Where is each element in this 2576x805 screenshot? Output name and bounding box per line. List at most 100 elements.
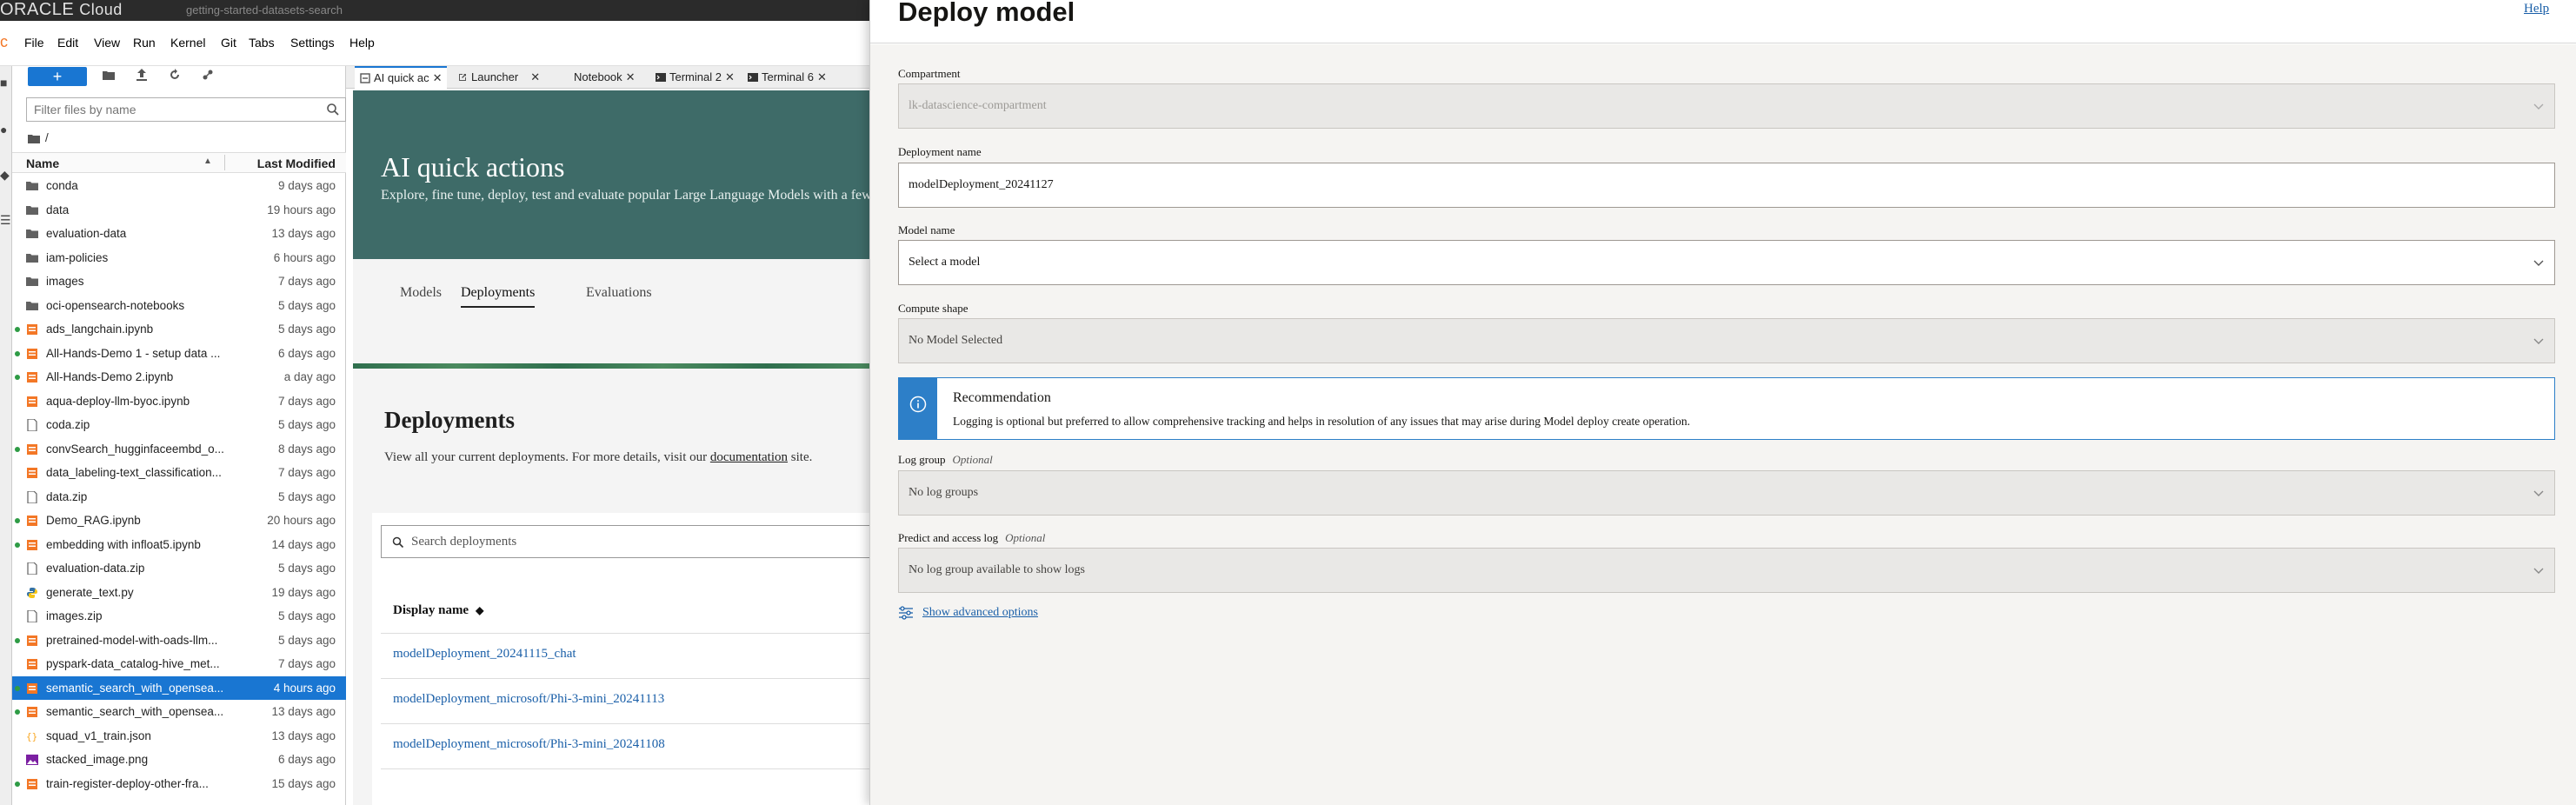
file-modified: 6 days ago — [277, 753, 336, 766]
file-row[interactable]: All-Hands-Demo 2.ipynb a day ago — [12, 365, 346, 389]
tab-deployments[interactable]: Deployments — [461, 285, 536, 308]
breadcrumb[interactable]: / — [28, 130, 49, 144]
documentation-link[interactable]: documentation — [710, 450, 788, 464]
file-row[interactable]: semantic_search_with_opensea... 13 days a… — [12, 700, 346, 724]
git-icon[interactable]: ◆ — [0, 169, 10, 181]
row-divider — [381, 723, 869, 724]
file-row[interactable]: data.zip 5 days ago — [12, 485, 346, 509]
new-launcher-button[interactable]: + — [28, 67, 87, 86]
upload-icon[interactable] — [134, 69, 150, 84]
file-row[interactable]: data_labeling-text_classification... 7 da… — [12, 461, 346, 485]
file-row[interactable]: generate_text.py 19 days ago — [12, 581, 346, 605]
file-row[interactable]: oci-opensearch-notebooks 5 days ago — [12, 294, 346, 318]
file-row[interactable]: {} squad_v1_train.json 13 days ago — [12, 724, 346, 748]
deployment-name-input[interactable] — [899, 163, 2554, 207]
close-icon[interactable]: ✕ — [725, 66, 735, 89]
log-group-select[interactable]: No log groups — [898, 470, 2555, 516]
file-row[interactable]: images 7 days ago — [12, 269, 346, 294]
file-row[interactable]: pretrained-model-with-oads-llm... 5 days … — [12, 629, 346, 653]
search-icon — [392, 536, 404, 549]
menu-kernel[interactable]: Kernel — [170, 36, 205, 50]
deployments-table: Display name◆ modelDeployment_20241115_c… — [372, 513, 869, 805]
file-row[interactable]: iam-policies 6 hours ago — [12, 246, 346, 270]
search-icon — [327, 103, 339, 116]
file-list: conda 9 days ago data 19 hours ago evaluatio… — [12, 174, 346, 795]
sort-icon[interactable]: ◆ — [476, 604, 483, 617]
file-row[interactable]: Demo_RAG.ipynb 20 hours ago — [12, 509, 346, 533]
tab-notebook[interactable]: Notebook ✕ — [551, 66, 645, 89]
file-row[interactable]: conda 9 days ago — [12, 174, 346, 198]
deployment-link[interactable]: modelDeployment_microsoft/Phi-3-mini_202… — [393, 692, 664, 707]
file-name: convSearch_hugginfaceembd_o... — [46, 442, 224, 456]
file-modified: 5 days ago — [277, 298, 336, 312]
folder-icon — [26, 253, 38, 263]
file-row[interactable]: aqua-deploy-llm-byoc.ipynb 7 days ago — [12, 389, 346, 414]
file-row[interactable]: stacked_image.png 6 days ago — [12, 748, 346, 772]
column-divider[interactable] — [224, 155, 225, 170]
search-deployments-input[interactable] — [411, 526, 863, 557]
file-filter — [26, 97, 346, 122]
table-of-contents-icon[interactable]: ☰ — [0, 214, 11, 226]
file-name: train-register-deploy-other-fra... — [46, 776, 209, 790]
column-display-name[interactable]: Display name ◆ — [393, 603, 483, 618]
compute-shape-select[interactable]: No Model Selected — [898, 318, 2555, 363]
tab-ai-quick-actions[interactable]: AI quick ac ✕ — [355, 66, 447, 89]
close-icon[interactable]: ✕ — [817, 66, 827, 89]
ai-quick-actions-icon — [360, 72, 370, 83]
file-row[interactable]: pyspark-data_catalog-hive_met... 7 days a… — [12, 652, 346, 676]
deployment-link[interactable]: modelDeployment_microsoft/Phi-3-mini_202… — [393, 737, 665, 752]
file-row[interactable]: embedding with infloat5.ipynb 14 days ago — [12, 533, 346, 557]
file-list-header: Name ▲ Last Modified — [12, 152, 346, 173]
file-row[interactable]: ads_langchain.ipynb 5 days ago — [12, 317, 346, 342]
tab-terminal-6[interactable]: Terminal 6 ✕ — [742, 66, 833, 89]
menu-help[interactable]: Help — [349, 36, 375, 50]
menu-file[interactable]: File — [24, 36, 44, 50]
close-icon[interactable]: ✕ — [433, 68, 443, 89]
tab-launcher[interactable]: Launcher ✕ — [452, 66, 546, 89]
help-link[interactable]: Help — [2524, 2, 2549, 17]
predict-log-select[interactable]: No log group available to show logs — [898, 548, 2555, 593]
menu-tabs[interactable]: Tabs — [249, 36, 275, 50]
tab-terminal-2[interactable]: Terminal 2 ✕ — [650, 66, 737, 89]
page-subtitle: Explore, fine tune, deploy, test and eva… — [381, 188, 869, 203]
image-icon — [26, 755, 38, 765]
compartment-label: Compartment — [898, 67, 961, 80]
sliders-icon — [899, 606, 913, 620]
close-icon[interactable]: ✕ — [530, 66, 540, 89]
deployment-link[interactable]: modelDeployment_20241115_chat — [393, 647, 576, 662]
file-row[interactable]: data 19 hours ago — [12, 198, 346, 223]
menu-settings[interactable]: Settings — [290, 36, 335, 50]
file-name: images.zip — [46, 609, 103, 622]
file-row[interactable]: train-register-deploy-other-fra... 15 day… — [12, 772, 346, 796]
refresh-icon[interactable] — [167, 69, 183, 84]
info-bar — [899, 378, 937, 439]
file-row[interactable]: coda.zip 5 days ago — [12, 413, 346, 437]
tab-models[interactable]: Models — [400, 285, 442, 306]
close-icon[interactable]: ✕ — [626, 66, 636, 89]
file-row[interactable]: semantic_search_with_opensea... 4 hours a… — [12, 675, 346, 700]
git-clone-icon[interactable] — [200, 69, 216, 84]
file-modified: 5 days ago — [277, 418, 336, 431]
file-browser-icon[interactable]: ■ — [0, 77, 10, 89]
file-row[interactable]: images.zip 5 days ago — [12, 604, 346, 629]
model-name-select[interactable]: Select a model — [898, 240, 2555, 285]
file-row[interactable]: evaluation-data 13 days ago — [12, 222, 346, 246]
new-folder-icon[interactable] — [101, 69, 116, 84]
menu-edit[interactable]: Edit — [57, 36, 78, 50]
file-name: Demo_RAG.ipynb — [46, 514, 141, 527]
running-terminals-icon[interactable]: ● — [0, 123, 10, 136]
file-row[interactable]: All-Hands-Demo 1 - setup data ... 6 days … — [12, 342, 346, 366]
page-title: AI quick actions — [381, 151, 565, 183]
file-row[interactable]: convSearch_hugginfaceembd_o... 8 days ago — [12, 437, 346, 462]
show-advanced-options[interactable]: Show advanced options — [898, 606, 1038, 620]
tab-evaluations[interactable]: Evaluations — [586, 285, 652, 306]
column-last-modified[interactable]: Last Modified — [257, 156, 336, 170]
file-row[interactable]: evaluation-data.zip 5 days ago — [12, 556, 346, 581]
column-name[interactable]: Name — [26, 156, 59, 170]
menu-git[interactable]: Git — [221, 36, 236, 50]
notebook-icon — [27, 468, 37, 478]
menu-view[interactable]: View — [94, 36, 120, 50]
filter-files-input[interactable] — [27, 98, 314, 121]
menu-run[interactable]: Run — [133, 36, 156, 50]
file-name: pretrained-model-with-oads-llm... — [46, 633, 218, 647]
